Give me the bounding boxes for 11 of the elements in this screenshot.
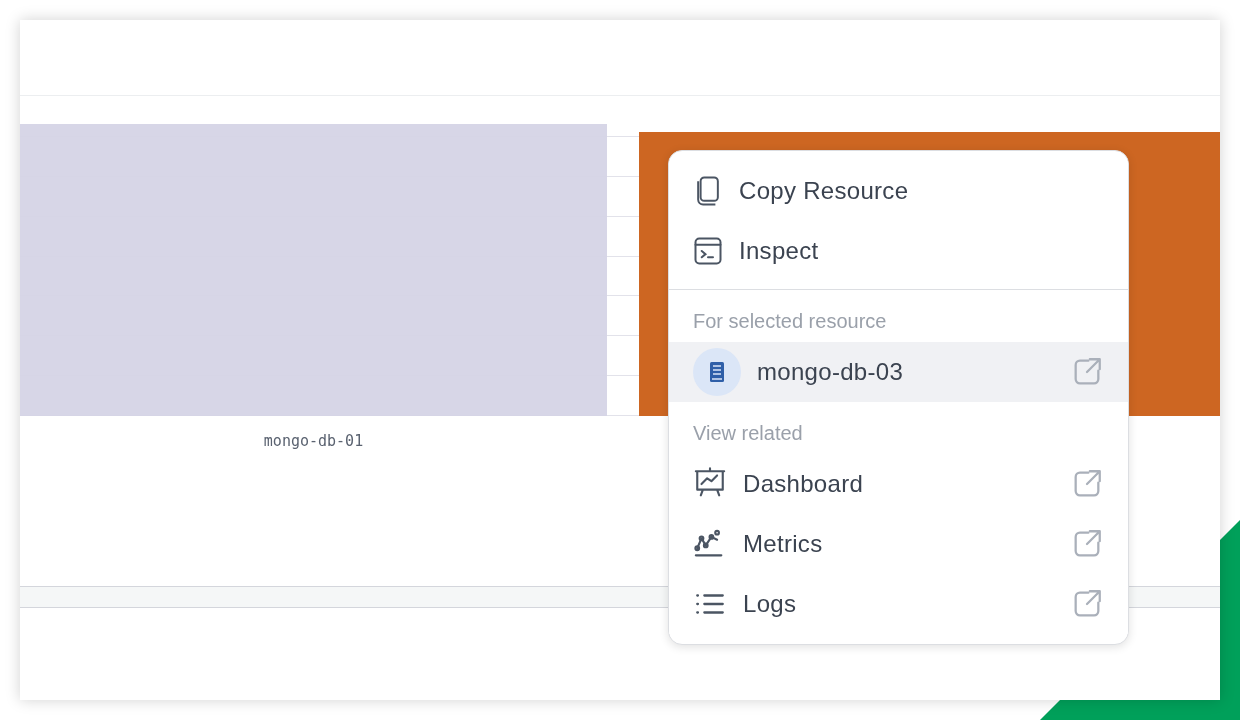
terminal-window-icon: [693, 236, 723, 266]
section-heading: For selected resource: [693, 310, 887, 332]
database-icon: [693, 348, 741, 396]
menu-item[interactable]: Logs: [669, 574, 1128, 634]
menu-item[interactable]: Metrics: [669, 514, 1128, 574]
menu-item[interactable]: Inspect: [669, 221, 1128, 281]
section-heading: View related: [693, 422, 803, 444]
menu-item[interactable]: Dashboard: [669, 454, 1128, 514]
axis-label: mongo-db-01: [263, 430, 364, 452]
menu-item[interactable]: Copy Resource: [669, 161, 1128, 221]
menu-item[interactable]: mongo-db-03: [669, 342, 1128, 402]
